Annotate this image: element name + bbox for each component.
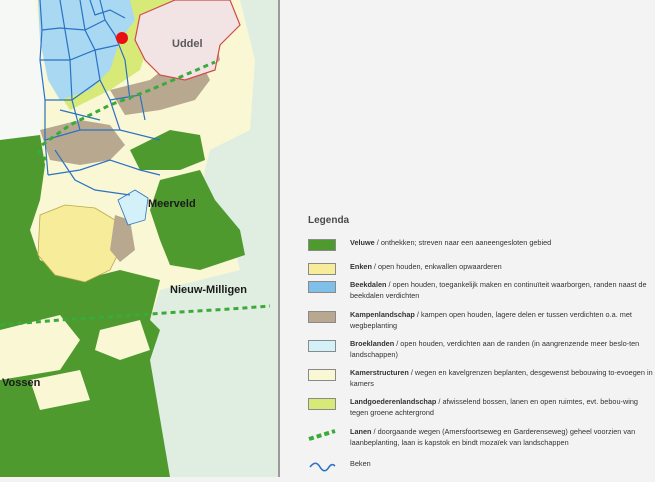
legend-item-name: Beekdalen xyxy=(350,280,387,289)
legend-swatch xyxy=(308,239,336,251)
place-label-nieuw-milligen: Nieuw-Milligen xyxy=(170,284,247,296)
legend-item-broeklanden: Broeklanden / open houden, verdichten aa… xyxy=(308,339,653,360)
legend-item-landgoederenlandschap: Landgoederenlandschap / afwisselend boss… xyxy=(308,397,653,418)
legend-item-text: Landgoederenlandschap / afwisselend boss… xyxy=(350,397,653,418)
legend-swatch xyxy=(308,428,336,441)
legend-swatch xyxy=(308,369,336,381)
legend-item-description: / doorgaande wegen (Amersfoortseweg en G… xyxy=(350,427,636,447)
place-label-uddel: Uddel xyxy=(172,38,203,50)
legend-item-text: Enken / open houden, enkwallen opwaarder… xyxy=(350,262,502,273)
legend-item-enken: Enken / open houden, enkwallen opwaarder… xyxy=(308,262,653,275)
legend-swatch xyxy=(308,340,336,352)
legend-item-text: Veluwe / onthekken; streven naar een aan… xyxy=(350,238,551,249)
place-label-meerveld: Meerveld xyxy=(148,198,196,210)
legend-item-text: Kamerstructuren / wegen en kavelgrenzen … xyxy=(350,368,653,389)
legend-item-text: Kampenlandschap / kampen open houden, la… xyxy=(350,310,653,331)
map-area: Uddel Meerveld Nieuw-Milligen Vossen xyxy=(0,0,280,477)
legend-item-veluwe: Veluwe / onthekken; streven naar een aan… xyxy=(308,238,653,251)
legend-item-lanen: Lanen / doorgaande wegen (Amersfoortsewe… xyxy=(308,427,653,448)
legend-item-text: Beken xyxy=(350,459,371,470)
place-label-vossen: Vossen xyxy=(2,377,41,389)
legend-item-text: Beekdalen / open houden, toegankelijk ma… xyxy=(350,280,653,301)
legend-item-description: / open houden, toegankelijk maken en con… xyxy=(350,280,647,300)
location-marker xyxy=(116,32,128,44)
legend-item-description: / onthekken; streven naar een aaneengesl… xyxy=(374,238,552,247)
legend-swatch xyxy=(308,460,336,472)
legend-item-name: Veluwe xyxy=(350,238,375,247)
map-canvas xyxy=(0,0,280,477)
legend-item-name: Kampenlandschap xyxy=(350,310,415,319)
legend-item-name: Broeklanden xyxy=(350,339,395,348)
legend-swatch xyxy=(308,398,336,410)
legend-item-kampenlandschap: Kampenlandschap / kampen open houden, la… xyxy=(308,310,653,331)
legend-item-name: Landgoederenlandschap xyxy=(350,397,437,406)
legend-title: Legenda xyxy=(308,215,350,226)
legend-item-beken: Beken xyxy=(308,459,653,472)
legend-item-name: Kamerstructuren xyxy=(350,368,409,377)
legend-panel: Legenda Veluwe / onthekken; streven naar… xyxy=(280,0,655,477)
legend-swatch xyxy=(308,281,336,293)
legend-item-beekdalen: Beekdalen / open houden, toegankelijk ma… xyxy=(308,280,653,301)
legend-item-text: Lanen / doorgaande wegen (Amersfoortsewe… xyxy=(350,427,653,448)
legend-swatch xyxy=(308,263,336,275)
legend-item-name: Enken xyxy=(350,262,372,271)
legend-item-text: Broeklanden / open houden, verdichten aa… xyxy=(350,339,653,360)
legend-item-name: Lanen xyxy=(350,427,372,436)
legend-item-description: Beken xyxy=(350,459,371,468)
legend-item-kamerstructuren: Kamerstructuren / wegen en kavelgrenzen … xyxy=(308,368,653,389)
legend-swatch xyxy=(308,311,336,323)
legend-item-description: / open houden, verdichten aan de randen … xyxy=(350,339,640,359)
legend-item-description: / open houden, enkwallen opwaarderen xyxy=(371,262,502,271)
